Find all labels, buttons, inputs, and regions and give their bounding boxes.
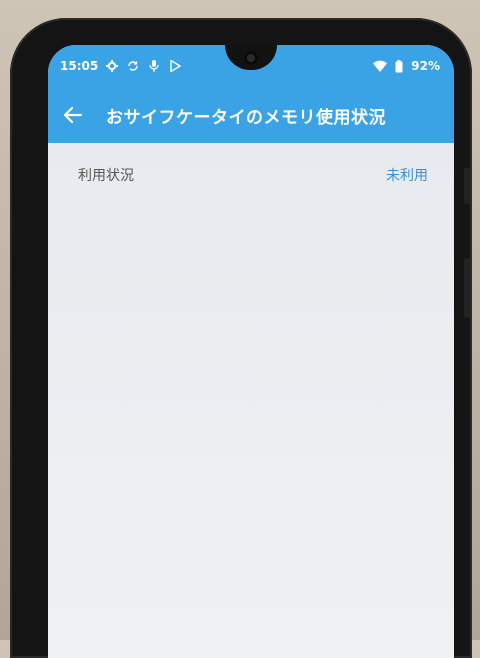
battery-percent: 92% [411, 59, 440, 73]
settings-content: 利用状況 未利用 [48, 143, 454, 658]
volume-button [464, 168, 470, 204]
wifi-icon [373, 59, 388, 73]
sync-icon [126, 59, 140, 73]
screen: 15:05 92% おサイフケータイのメモリ使用状況 利用状況 未利用 [48, 45, 454, 658]
status-left: 15:05 [60, 59, 182, 73]
page-title: おサイフケータイのメモリ使用状況 [106, 108, 386, 128]
status-time: 15:05 [60, 59, 99, 73]
play-store-icon [168, 59, 182, 73]
app-toolbar: おサイフケータイのメモリ使用状況 [48, 87, 454, 143]
battery-icon [392, 59, 406, 73]
status-right: 92% [373, 59, 440, 73]
usage-status-value: 未利用 [386, 168, 428, 184]
mic-icon [147, 59, 161, 73]
back-button[interactable] [58, 100, 88, 130]
usage-status-label: 利用状況 [78, 168, 134, 184]
arrow-left-icon [64, 107, 82, 123]
gear-icon [105, 59, 119, 73]
camera-notch [225, 45, 277, 70]
status-bar: 15:05 92% [48, 45, 454, 87]
phone-frame: 15:05 92% おサイフケータイのメモリ使用状況 利用状況 未利用 [10, 18, 472, 658]
camera-icon [244, 51, 258, 65]
power-button [464, 258, 470, 318]
usage-status-row[interactable]: 利用状況 未利用 [48, 143, 454, 203]
